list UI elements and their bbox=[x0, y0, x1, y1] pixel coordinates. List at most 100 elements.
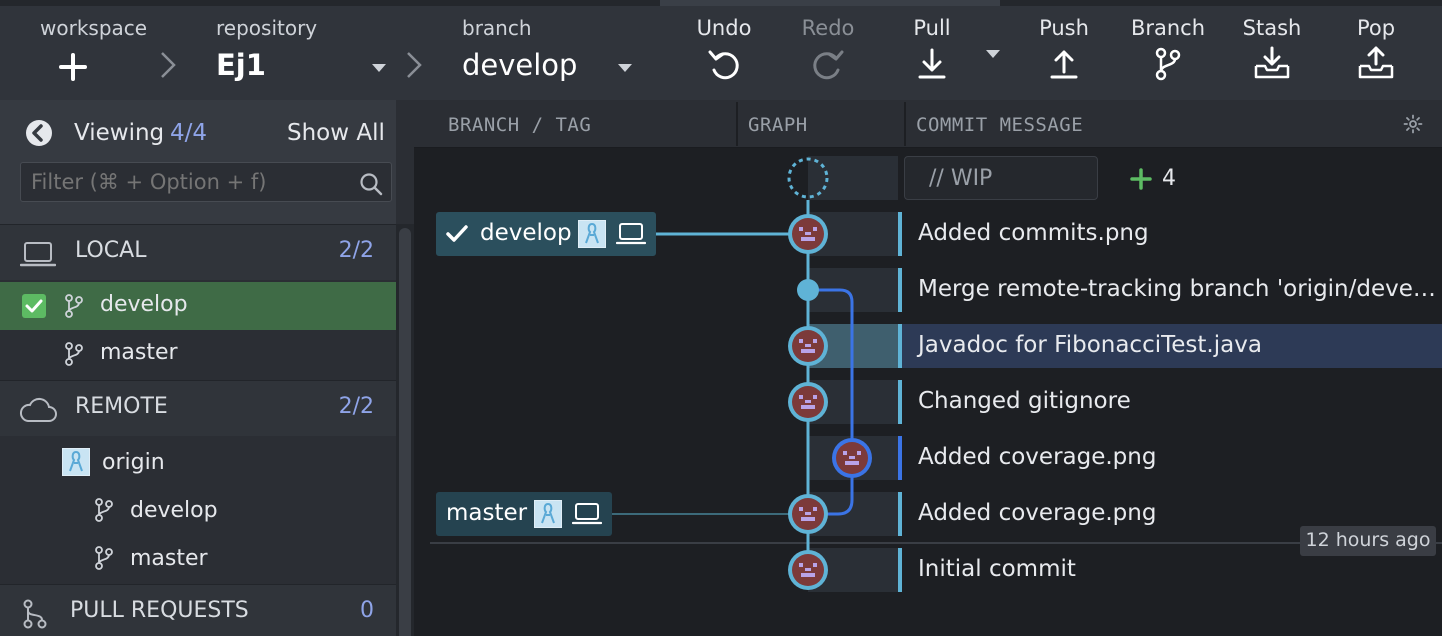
stash-icon bbox=[1254, 46, 1290, 79]
push-label: Push bbox=[1039, 16, 1089, 40]
pop-icon bbox=[1358, 46, 1394, 79]
local-branch-master[interactable]: master bbox=[0, 330, 396, 378]
commit-message[interactable]: Initial commit bbox=[918, 556, 1076, 582]
show-all-button[interactable]: Show All bbox=[287, 120, 385, 146]
branch-icon bbox=[95, 498, 113, 522]
commit-message[interactable]: Javadoc for FibonacciTest.java bbox=[918, 332, 1262, 358]
commit-message[interactable]: Added coverage.png bbox=[918, 500, 1156, 526]
branch-selector[interactable]: branch develop bbox=[452, 12, 642, 92]
pull-request-icon bbox=[23, 599, 47, 629]
commit-message[interactable]: Added commits.png bbox=[918, 220, 1149, 246]
remote-branch-develop[interactable]: develop bbox=[0, 486, 396, 534]
push-icon bbox=[1050, 50, 1078, 79]
viewing-label: Viewing bbox=[74, 120, 165, 146]
cloud-icon bbox=[19, 397, 57, 422]
branch-chip-master[interactable]: master bbox=[436, 492, 612, 536]
branch-icon bbox=[1155, 47, 1181, 81]
remote-section-header[interactable]: REMOTE 2/2 bbox=[0, 380, 396, 436]
repository-value: Ej1 bbox=[216, 48, 266, 82]
pull-requests-count: 0 bbox=[360, 598, 374, 623]
remote-origin-label: origin bbox=[102, 450, 165, 475]
pop-button[interactable]: Pop bbox=[1336, 14, 1416, 94]
undo-button[interactable]: Undo bbox=[684, 14, 764, 94]
search-icon bbox=[360, 173, 383, 196]
stash-button[interactable]: Stash bbox=[1232, 14, 1312, 94]
commit-node bbox=[788, 214, 828, 254]
filter-box[interactable] bbox=[20, 162, 392, 202]
commit-node bbox=[788, 326, 828, 366]
branch-icon bbox=[65, 342, 83, 366]
laptop-icon bbox=[572, 503, 602, 525]
plus-icon bbox=[1130, 168, 1152, 190]
repository-selector[interactable]: repository Ej1 bbox=[206, 12, 396, 92]
branch-icon bbox=[65, 294, 83, 318]
plus-icon bbox=[59, 53, 87, 81]
branch-chip-develop[interactable]: develop bbox=[436, 212, 656, 256]
gear-icon[interactable] bbox=[1403, 114, 1423, 134]
redo-label: Redo bbox=[801, 16, 855, 40]
time-badge: 12 hours ago bbox=[1300, 526, 1436, 556]
local-branch-label: develop bbox=[100, 292, 188, 317]
remote-avatar bbox=[62, 448, 90, 476]
filter-input[interactable] bbox=[31, 169, 351, 195]
merge-node bbox=[797, 279, 819, 301]
push-button[interactable]: Push bbox=[1024, 14, 1104, 94]
column-header-branch-tag[interactable]: BRANCH / TAG bbox=[448, 114, 591, 136]
branch-caret-icon bbox=[618, 64, 632, 72]
viewing-count: 4/4 bbox=[170, 120, 208, 146]
commit-message[interactable]: Merge remote-tracking branch 'origin/dev… bbox=[918, 276, 1436, 302]
workspace-label: workspace bbox=[40, 16, 148, 40]
commit-message[interactable]: Added coverage.png bbox=[918, 444, 1156, 470]
column-header-commit-message[interactable]: COMMIT MESSAGE bbox=[916, 114, 1083, 136]
commit-node bbox=[788, 382, 828, 422]
laptop-icon bbox=[616, 223, 646, 245]
commit-node bbox=[788, 550, 828, 590]
remote-branch-master[interactable]: master bbox=[0, 534, 396, 582]
wip-added-count: 4 bbox=[1162, 166, 1176, 191]
toolbar-top-strip bbox=[0, 0, 1442, 6]
pull-requests-section-header[interactable]: PULL REQUESTS 0 bbox=[0, 584, 396, 636]
left-panel: Viewing 4/4 Show All LOCAL 2/2 develop bbox=[0, 100, 414, 636]
remote-origin[interactable]: origin bbox=[0, 438, 396, 486]
repository-caret-icon bbox=[372, 64, 386, 72]
chevron-right-icon bbox=[407, 52, 422, 78]
branch-value: develop bbox=[462, 48, 578, 82]
workspace-selector[interactable]: workspace bbox=[30, 12, 150, 92]
remote-branch-label: master bbox=[130, 546, 208, 571]
pull-options-caret-icon[interactable] bbox=[986, 50, 1000, 58]
branch-icon bbox=[95, 546, 113, 570]
branch-chip-label: develop bbox=[480, 220, 572, 246]
branch-label: branch bbox=[462, 16, 532, 40]
pull-label: Pull bbox=[913, 16, 951, 40]
scrollbar-thumb[interactable] bbox=[399, 228, 411, 636]
remote-title: REMOTE bbox=[75, 394, 168, 419]
undo-icon bbox=[708, 50, 739, 80]
laptop-icon bbox=[20, 242, 56, 267]
remote-avatar bbox=[534, 500, 562, 528]
branch-button-label: Branch bbox=[1130, 16, 1206, 40]
wip-node bbox=[787, 157, 829, 199]
pull-button[interactable]: Pull bbox=[892, 14, 972, 94]
wip-input-box[interactable]: // WIP bbox=[904, 156, 1098, 200]
chevron-right-icon bbox=[161, 52, 176, 78]
wip-label: // WIP bbox=[929, 166, 993, 191]
local-count: 2/2 bbox=[338, 238, 374, 263]
local-branch-label: master bbox=[100, 340, 178, 365]
local-section-header[interactable]: LOCAL 2/2 bbox=[0, 224, 396, 280]
checkbox-checked-icon bbox=[22, 294, 46, 318]
column-divider[interactable] bbox=[736, 102, 738, 146]
local-title: LOCAL bbox=[75, 238, 147, 263]
column-header-graph[interactable]: GRAPH bbox=[748, 114, 808, 136]
left-panel-scrollbar[interactable] bbox=[396, 224, 414, 636]
back-circle-icon[interactable] bbox=[24, 118, 54, 148]
branch-button[interactable]: Branch bbox=[1128, 14, 1208, 94]
pop-label: Pop bbox=[1356, 16, 1396, 40]
stash-label: Stash bbox=[1242, 16, 1302, 40]
column-divider[interactable] bbox=[904, 102, 906, 146]
toolbar: workspace repository Ej1 branch develop … bbox=[0, 0, 1442, 100]
remote-count: 2/2 bbox=[338, 394, 374, 419]
redo-icon bbox=[813, 50, 844, 80]
redo-button[interactable]: Redo bbox=[788, 14, 868, 94]
local-branch-develop[interactable]: develop bbox=[0, 282, 396, 330]
commit-message[interactable]: Changed gitignore bbox=[918, 388, 1131, 414]
